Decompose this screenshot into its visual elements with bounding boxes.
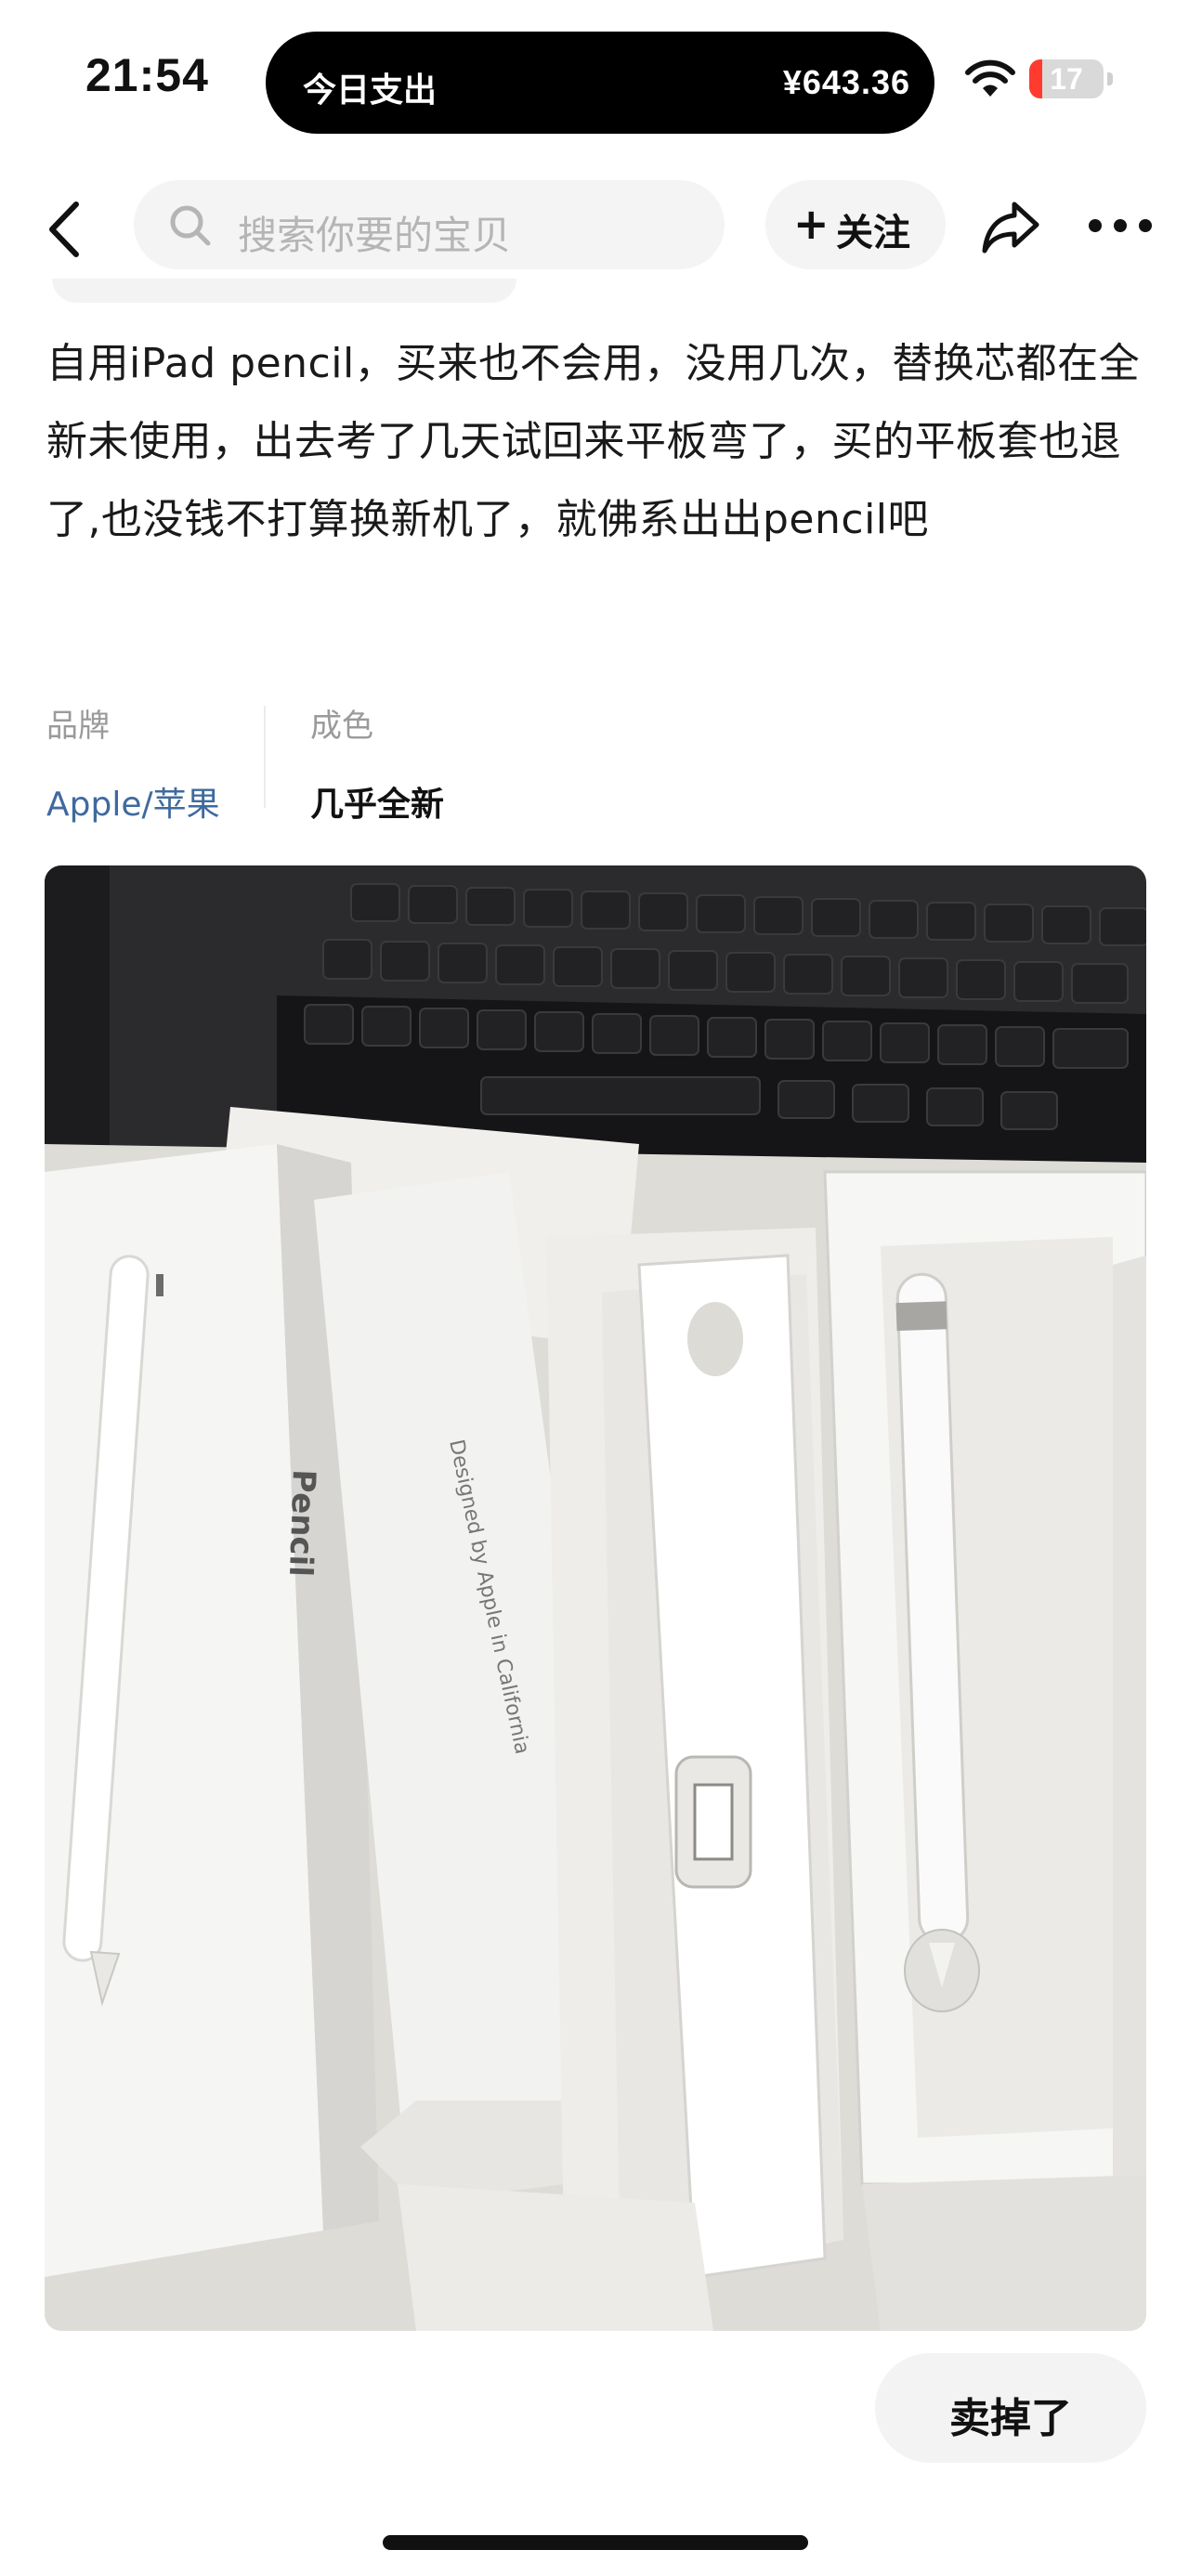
home-indicator[interactable] <box>383 2535 808 2550</box>
share-icon[interactable] <box>979 197 1042 256</box>
sold-button[interactable]: 卖掉了 <box>875 2353 1146 2463</box>
search-input[interactable]: 搜索你要的宝贝 <box>134 180 725 269</box>
sold-label: 卖掉了 <box>949 2395 1072 2442</box>
plus-icon: + <box>793 199 830 249</box>
battery-icon: 17 <box>1029 59 1104 98</box>
status-time: 21:54 <box>85 49 209 101</box>
attribute-brand[interactable]: 品牌 Apple/苹果 <box>46 700 220 826</box>
attribute-condition-label: 成色 <box>310 708 373 745</box>
battery-level: 17 <box>1050 62 1083 96</box>
wifi-icon <box>965 59 1015 97</box>
box-brand-text: Pencil <box>281 1469 322 1578</box>
back-chevron-icon[interactable] <box>35 197 100 262</box>
attribute-brand-label: 品牌 <box>46 708 110 745</box>
follow-button[interactable]: + 关注 <box>765 180 946 269</box>
island-label: 今日支出 <box>303 72 438 110</box>
product-photo-illustration: Designed by Apple in California Pencil <box>45 865 1146 2331</box>
item-description: 自用iPad pencil，买来也不会用，没用几次，替换芯都在全新未使用，出去考… <box>46 340 1141 543</box>
dynamic-island-spending[interactable]: 今日支出 ¥643.36 <box>266 32 934 134</box>
product-photo[interactable]: Designed by Apple in California Pencil <box>45 865 1146 2331</box>
search-icon <box>170 205 211 246</box>
island-amount: ¥643.36 <box>782 63 910 101</box>
attribute-condition-value: 几乎全新 <box>310 786 445 824</box>
search-placeholder: 搜索你要的宝贝 <box>238 213 512 258</box>
nav-bar: 搜索你要的宝贝 + 关注 <box>0 167 1189 288</box>
more-dots-icon[interactable] <box>1089 219 1152 234</box>
attribute-brand-value[interactable]: Apple/苹果 <box>46 777 220 826</box>
status-bar: 21:54 今日支出 ¥643.36 17 <box>0 0 1189 158</box>
battery-nub <box>1107 72 1113 85</box>
collapsed-header-strip <box>52 279 516 303</box>
attribute-divider <box>264 706 266 808</box>
attribute-condition: 成色 几乎全新 <box>310 700 444 826</box>
follow-label: 关注 <box>836 212 910 254</box>
